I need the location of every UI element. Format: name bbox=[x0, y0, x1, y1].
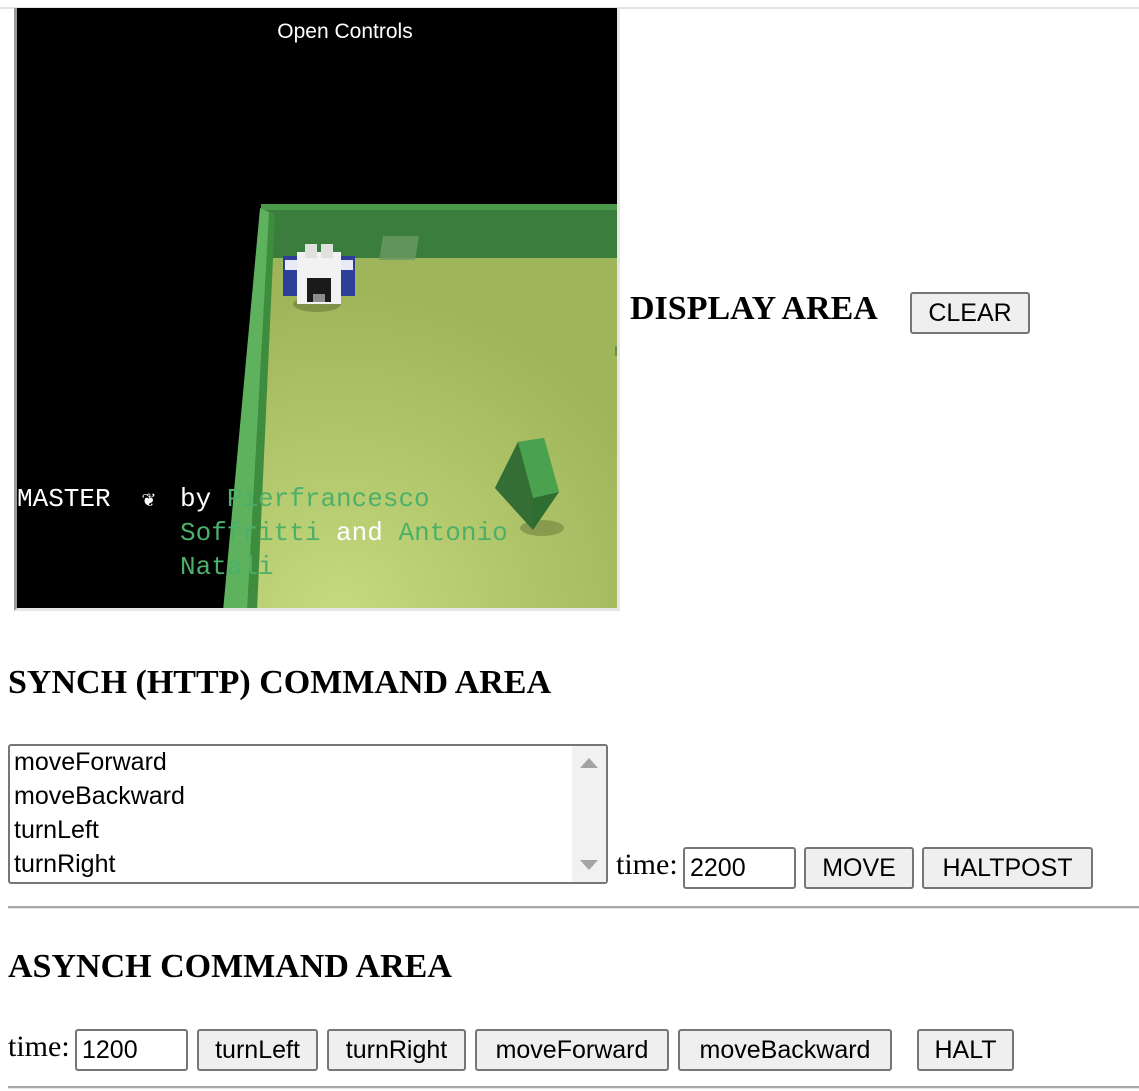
command-option[interactable]: moveForward bbox=[10, 746, 606, 780]
asynch-time-input[interactable] bbox=[75, 1029, 188, 1071]
move-backward-button[interactable]: moveBackward bbox=[678, 1029, 892, 1071]
command-option[interactable]: turnLeft bbox=[10, 814, 606, 848]
command-option[interactable]: moveBackward bbox=[10, 780, 606, 814]
back-wall-top bbox=[261, 204, 617, 210]
wall-marker bbox=[379, 236, 419, 260]
credits-by: by bbox=[180, 484, 212, 514]
move-forward-button[interactable]: moveForward bbox=[475, 1029, 669, 1071]
display-area-title: DISPLAY AREA bbox=[630, 290, 878, 327]
command-select[interactable]: moveForward moveBackward turnLeft turnRi… bbox=[8, 744, 608, 884]
credits-authors: by Pierfrancesco Soffritti and Antonio N… bbox=[180, 482, 617, 584]
asynch-area-title: ASYNCH COMMAND AREA bbox=[8, 948, 452, 985]
move-button[interactable]: MOVE bbox=[804, 847, 914, 889]
bottom-divider bbox=[8, 1086, 1139, 1089]
credits-author2-last: Natali bbox=[180, 552, 274, 582]
command-option[interactable]: turnRight bbox=[10, 848, 606, 882]
credits-author1: Pierfrancesco bbox=[226, 484, 430, 514]
credits-author1-last: Soffritti bbox=[180, 518, 321, 548]
synch-area-title: SYNCH (HTTP) COMMAND AREA bbox=[8, 664, 552, 701]
credits-master: MASTER bbox=[17, 484, 111, 514]
credits-author2: Antonio bbox=[398, 518, 508, 548]
credits-and: and bbox=[336, 518, 383, 548]
edge-marker bbox=[615, 346, 617, 356]
synch-time-input[interactable] bbox=[683, 847, 796, 889]
asynch-time-label: time: bbox=[8, 1030, 70, 1063]
section-divider bbox=[8, 906, 1139, 909]
clear-button[interactable]: CLEAR bbox=[910, 292, 1030, 334]
scene-canvas[interactable]: Open Controls MASTER ❦ by Pierfrancesco … bbox=[14, 8, 620, 611]
scroll-up-arrow-icon[interactable] bbox=[580, 758, 598, 768]
turn-left-button[interactable]: turnLeft bbox=[197, 1029, 318, 1071]
scroll-down-arrow-icon[interactable] bbox=[580, 860, 598, 870]
open-controls-link[interactable]: Open Controls bbox=[17, 20, 617, 44]
command-select-scrollbar[interactable] bbox=[572, 746, 606, 882]
synch-time-label: time: bbox=[616, 848, 678, 881]
haltpost-button[interactable]: HALTPOST bbox=[922, 847, 1093, 889]
tree-icon: ❦ bbox=[141, 488, 156, 513]
turn-right-button[interactable]: turnRight bbox=[327, 1029, 466, 1071]
halt-button[interactable]: HALT bbox=[917, 1029, 1014, 1071]
